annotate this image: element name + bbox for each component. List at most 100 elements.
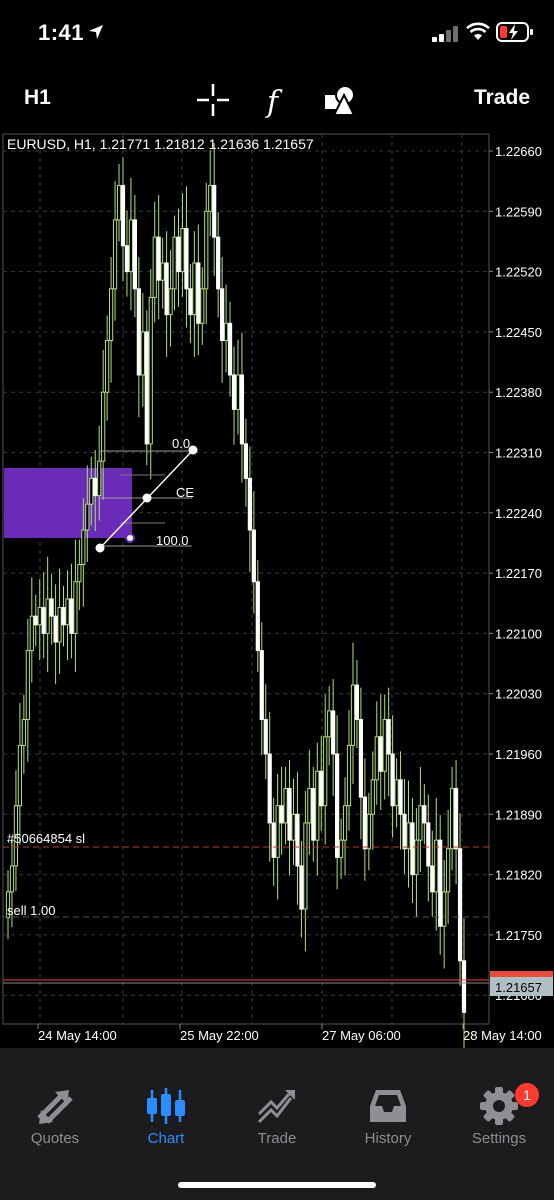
- location-arrow-icon: [89, 25, 103, 39]
- candle-body: [200, 288, 205, 324]
- candle-body: [73, 581, 78, 634]
- candle-body: [255, 581, 260, 652]
- candle-body: [283, 787, 288, 824]
- chart-canvas[interactable]: 1.22660 1.22590 1.22520 1.22450 1.22380 1.223…: [0, 130, 554, 1048]
- candle-body: [295, 813, 300, 867]
- objects-shapes-icon[interactable]: [322, 82, 358, 118]
- order-sl-label: #50664854 sl: [7, 831, 86, 846]
- candle-body: [29, 615, 34, 652]
- candle-body: [382, 719, 387, 772]
- candle-body: [176, 236, 181, 273]
- svg-text:f: f: [265, 85, 283, 118]
- status-bar: 1:41: [0, 0, 554, 70]
- tab-label: Trade: [257, 1130, 297, 1147]
- candle-body: [212, 184, 217, 238]
- candle-body: [120, 184, 126, 247]
- price-tick-label: 1.21750: [495, 928, 542, 943]
- candle-body: [279, 805, 284, 824]
- candle-body: [394, 779, 399, 807]
- wifi-icon: [466, 22, 490, 40]
- tab-chart[interactable]: Chart: [111, 1048, 221, 1158]
- price-tick-label: 1.22100: [495, 626, 542, 641]
- crosshair-icon[interactable]: [195, 82, 231, 118]
- candle-body: [25, 650, 30, 721]
- candle-body: [350, 684, 356, 746]
- candle-body: [164, 262, 169, 316]
- price-chart[interactable]: 1.22660 1.22590 1.22520 1.22450 1.22380 1.223…: [0, 130, 554, 1048]
- indicators-function-icon[interactable]: f: [258, 82, 294, 118]
- candle-body: [390, 753, 395, 807]
- candle-body: [303, 822, 308, 910]
- tab-trade[interactable]: Trade: [222, 1048, 332, 1158]
- candle-body: [398, 779, 403, 815]
- chart-toolbar: H1 f Trade: [0, 70, 554, 130]
- candle-body: [338, 839, 344, 858]
- current-price-label: 1.21657: [495, 980, 542, 995]
- candle-body: [41, 607, 46, 634]
- price-tick-label: 1.21890: [495, 807, 542, 822]
- candle-body: [116, 184, 122, 221]
- candle-body: [17, 744, 22, 807]
- candle-body: [168, 288, 173, 316]
- trade-trend-icon: [257, 1090, 295, 1124]
- tab-quotes[interactable]: Quotes: [0, 1048, 110, 1158]
- tab-settings[interactable]: 1 Settings: [444, 1048, 554, 1158]
- price-tick-label: 1.21820: [495, 868, 542, 883]
- trade-button[interactable]: Trade: [474, 86, 530, 110]
- bottom-tab-bar: Quotes Chart Trade History 1 Settings: [0, 1048, 554, 1200]
- candle-body: [438, 839, 443, 927]
- price-tick-label: 1.22030: [495, 687, 542, 702]
- candle-body: [124, 245, 130, 273]
- candle-body: [450, 787, 455, 850]
- candle-body: [156, 236, 161, 281]
- home-indicator: [178, 1182, 376, 1188]
- candle-body: [132, 219, 137, 290]
- settings-badge: 1: [515, 1083, 539, 1107]
- price-tick-label: 1.22170: [495, 566, 542, 581]
- zone-handle: [125, 533, 135, 543]
- tab-label: History: [364, 1130, 412, 1147]
- candle-body: [402, 813, 407, 850]
- candle-body: [89, 477, 94, 505]
- candle-body: [144, 331, 149, 445]
- tab-history[interactable]: History: [333, 1048, 443, 1158]
- sell-position-label: sell 1.00: [7, 903, 56, 918]
- candle-body: [370, 779, 375, 815]
- candle-body: [323, 736, 328, 807]
- candle-body: [204, 210, 209, 290]
- candle-body: [184, 228, 189, 290]
- candle-body: [77, 563, 82, 583]
- candle-body: [406, 822, 411, 850]
- fib-handle-mid: [142, 493, 152, 503]
- candle-body: [21, 719, 26, 746]
- candle-body: [81, 529, 86, 565]
- candle-body: [231, 374, 237, 410]
- candle-body: [342, 805, 348, 841]
- candle-body: [311, 787, 316, 841]
- candle-body: [49, 598, 54, 617]
- price-tick-label: 1.22310: [495, 446, 542, 461]
- candle-body: [287, 787, 292, 841]
- tab-label: Settings: [471, 1130, 527, 1147]
- cellular-signal-icon: [432, 26, 458, 42]
- status-time: 1:41: [38, 20, 85, 45]
- price-tick-label: 1.22380: [495, 385, 542, 400]
- timeframe-button[interactable]: H1: [24, 86, 51, 110]
- candle-body: [243, 443, 249, 479]
- time-tick-label: 27 May 06:00: [322, 1028, 401, 1043]
- candle-body: [227, 322, 233, 376]
- candle-body: [220, 288, 225, 342]
- candle-body: [378, 736, 383, 772]
- candle-body: [9, 865, 15, 893]
- candle-body: [430, 865, 435, 893]
- candle-body: [457, 848, 463, 962]
- candle-body: [366, 813, 371, 850]
- time-tick-label: 25 May 22:00: [180, 1028, 259, 1043]
- candle-body: [192, 262, 197, 316]
- candle-body: [291, 813, 296, 841]
- price-tick-label: 1.22520: [495, 265, 542, 280]
- candle-body: [160, 262, 165, 281]
- candle-body: [247, 477, 252, 531]
- candle-body: [85, 503, 90, 531]
- chart-symbol-info: EURUSD, H1, 1.21771 1.21812 1.21636 1.21…: [7, 136, 314, 152]
